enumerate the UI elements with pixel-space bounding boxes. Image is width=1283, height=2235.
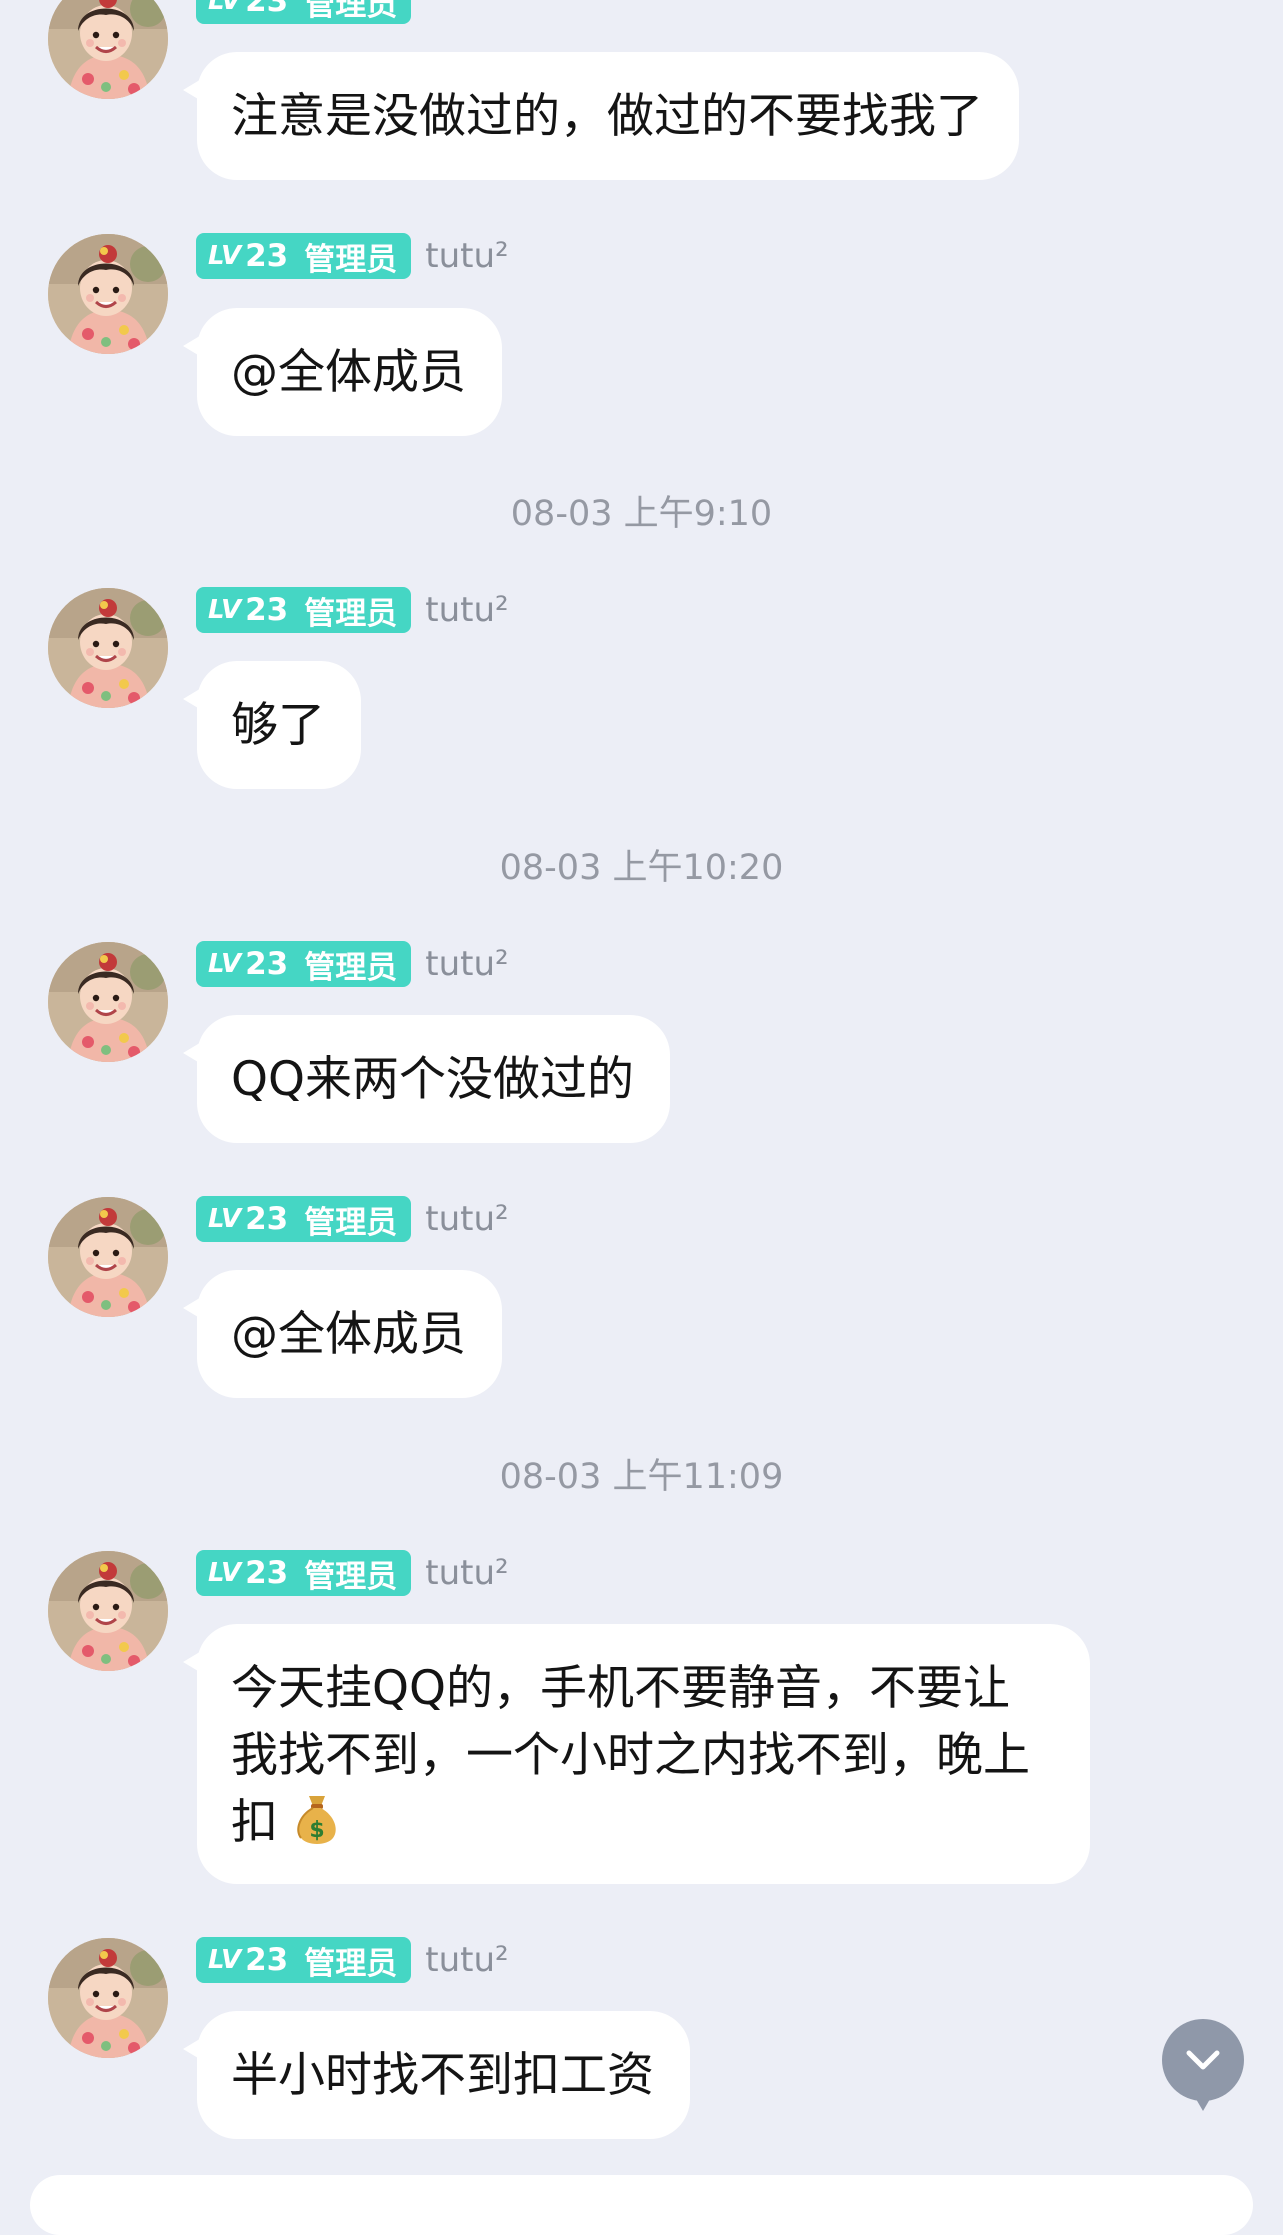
chat-message-list[interactable]: LV 23 管理员 注意是没做过的，做过的不要找我了 LV 23 管理员 tut… [0,0,1283,2235]
avatar[interactable] [48,1551,168,1671]
message-bubble[interactable]: @全体成员 [183,308,502,436]
level-prefix: LV [208,1204,242,1234]
avatar[interactable] [48,588,168,708]
sender-header: LV 23 管理员 tutu² [196,1937,509,1983]
message-text: 够了 [231,698,325,753]
sender-name[interactable]: tutu² [425,1940,508,1980]
sender-name[interactable]: tutu² [425,590,508,630]
role-label: 管理员 [304,949,398,986]
sender-header: LV 23 管理员 [196,0,412,24]
sender-header: LV 23 管理员 tutu² [196,1550,509,1596]
message-bubble[interactable]: 半小时找不到扣工资 [183,2011,690,2139]
level-role-badge: LV 23 管理员 [196,587,412,633]
money-bag-icon: $ [297,1796,336,1844]
role-label: 管理员 [304,595,398,632]
timestamp: 08-03 上午9:10 [510,494,773,534]
timestamp: 08-03 上午11:09 [499,1457,784,1497]
sender-name[interactable]: tutu² [425,944,508,984]
level-number: 23 [245,592,289,628]
level-role-badge: LV 23 管理员 [196,0,412,24]
role-label: 管理员 [304,1945,398,1982]
level-role-badge: LV 23 管理员 [196,233,412,279]
message-bubble[interactable]: QQ来两个没做过的 [183,1015,670,1143]
message-text: 半小时找不到扣工资 [231,2048,654,2103]
message-text: 今天挂QQ的，手机不要静音，不要让我找不到，一个小时之内找不到，晚上扣 [231,1661,1030,1850]
level-prefix: LV [208,241,242,271]
role-label: 管理员 [304,0,398,23]
level-prefix: LV [208,595,242,625]
avatar[interactable] [48,0,168,99]
level-number: 23 [245,238,289,274]
message-bubble[interactable]: 注意是没做过的，做过的不要找我了 [183,52,1019,180]
message-bubble[interactable]: 今天挂QQ的，手机不要静音，不要让我找不到，一个小时之内找不到，晚上扣 $ [183,1624,1090,1884]
sender-header: LV 23 管理员 tutu² [196,1196,509,1242]
svg-text:$: $ [309,1818,324,1843]
message-bubble[interactable]: @全体成员 [183,1270,502,1398]
role-label: 管理员 [304,241,398,278]
message-text: @全体成员 [231,345,466,400]
avatar[interactable] [48,1197,168,1317]
sender-header: LV 23 管理员 tutu² [196,587,509,633]
message-text: 注意是没做过的，做过的不要找我了 [231,89,983,144]
level-number: 23 [245,1942,289,1978]
level-role-badge: LV 23 管理员 [196,1937,412,1983]
avatar[interactable] [48,1938,168,2058]
scroll-to-bottom-button[interactable] [1162,2019,1244,2111]
message-input-bar[interactable] [30,2175,1253,2235]
sender-name[interactable]: tutu² [425,236,508,276]
level-prefix: LV [208,0,242,16]
chevron-down-icon [1186,2050,1220,2070]
level-number: 23 [245,1201,289,1237]
sender-name[interactable]: tutu² [425,1553,508,1593]
sender-header: LV 23 管理员 tutu² [196,941,509,987]
level-prefix: LV [208,1558,242,1588]
avatar[interactable] [48,942,168,1062]
level-role-badge: LV 23 管理员 [196,1196,412,1242]
message-text: @全体成员 [231,1307,466,1362]
level-prefix: LV [208,949,242,979]
avatar[interactable] [48,234,168,354]
level-number: 23 [245,1555,289,1591]
sender-name[interactable]: tutu² [425,1199,508,1239]
message-bubble[interactable]: 够了 [183,661,361,789]
role-label: 管理员 [304,1204,398,1241]
level-role-badge: LV 23 管理员 [196,941,412,987]
sender-header: LV 23 管理员 tutu² [196,233,509,279]
timestamp: 08-03 上午10:20 [499,848,784,888]
level-number: 23 [245,0,289,19]
message-text: QQ来两个没做过的 [231,1052,634,1107]
role-label: 管理员 [304,1558,398,1595]
level-role-badge: LV 23 管理员 [196,1550,412,1596]
level-prefix: LV [208,1945,242,1975]
level-number: 23 [245,946,289,982]
